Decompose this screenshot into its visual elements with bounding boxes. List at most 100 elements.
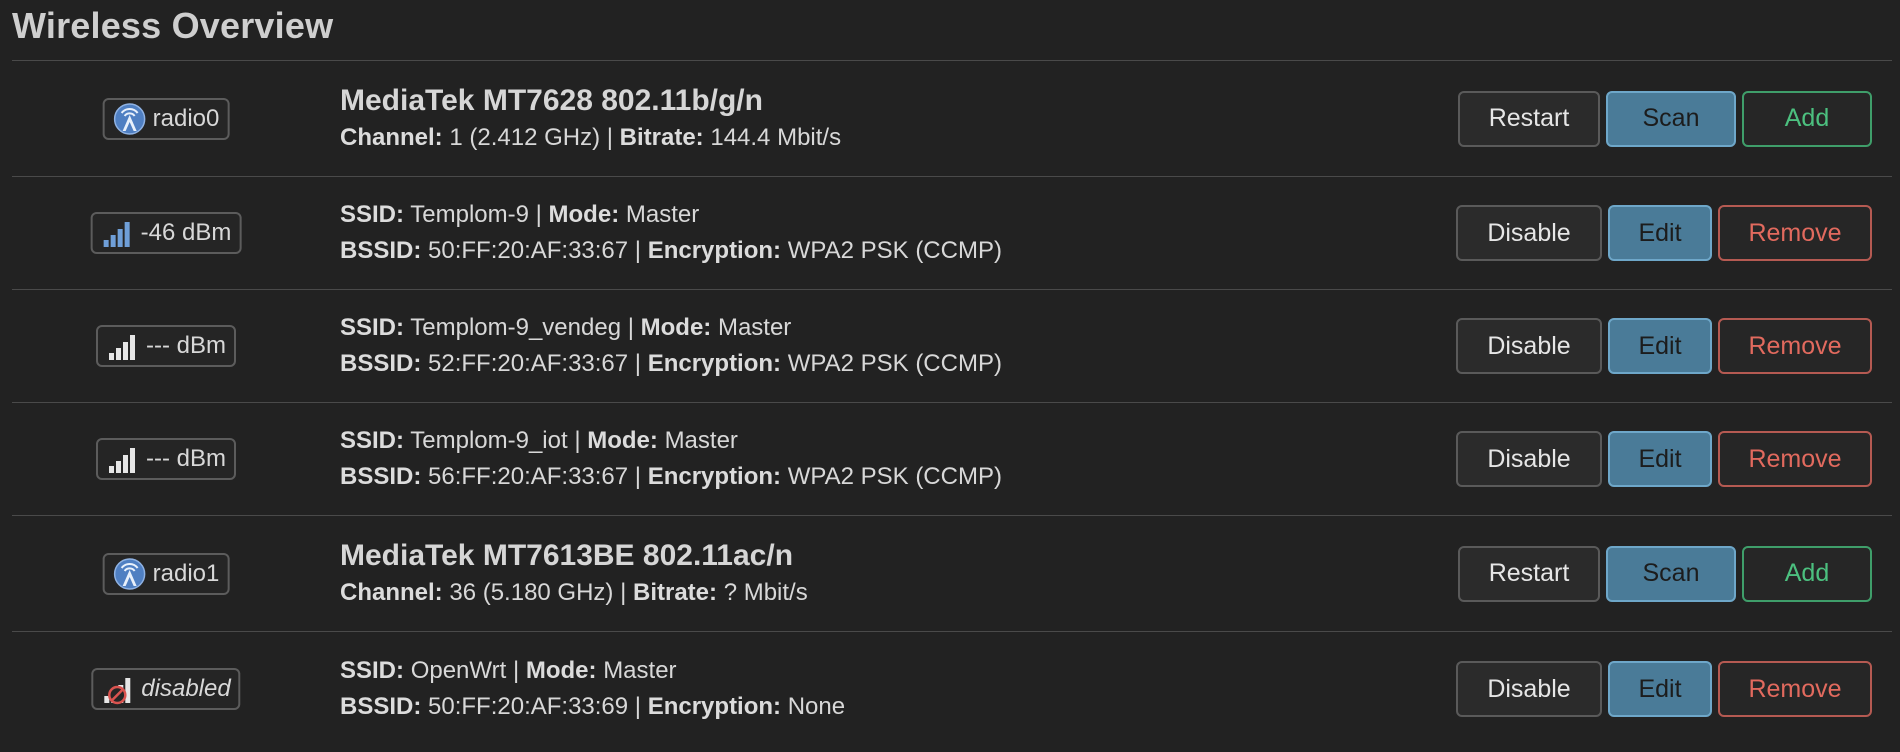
remove-button[interactable]: Remove	[1718, 205, 1872, 261]
ssid-value: OpenWrt	[410, 657, 507, 684]
network-actions: Disable Edit Remove	[1456, 205, 1872, 261]
remove-button[interactable]: Remove	[1718, 318, 1872, 374]
device-name: MediaTek MT7628 802.11b/g/n	[340, 83, 763, 117]
bssid-value: 50:FF:20:AF:33:69	[428, 693, 629, 720]
signal-badge-label: -46 dBm	[140, 219, 232, 246]
encryption-value: WPA2 PSK (CCMP)	[787, 237, 1002, 264]
channel-label: Channel:	[340, 578, 443, 606]
separator: |	[606, 123, 613, 151]
mode-label: Mode:	[525, 657, 597, 684]
restart-button[interactable]: Restart	[1458, 90, 1600, 147]
network-line-1: SSID: Templom-9_iot | Mode: Master	[340, 423, 1002, 459]
device-details: Channel: 36 (5.180 GHz) | Bitrate: ? Mbi…	[340, 575, 808, 611]
network-line-1: SSID: Templom-9_vendeg | Mode: Master	[340, 310, 1002, 346]
channel-value: 36 (5.180 GHz)	[449, 578, 614, 606]
separator: |	[620, 578, 627, 606]
mode-value: Master	[603, 657, 677, 684]
separator: |	[627, 314, 634, 341]
disable-button[interactable]: Disable	[1456, 318, 1602, 374]
ssid-value: Templom-9_vendeg	[410, 314, 622, 341]
encryption-value: None	[787, 693, 846, 720]
network-actions: Disable Edit Remove	[1456, 431, 1872, 487]
device-actions: Restart Scan Add	[1458, 90, 1872, 147]
scan-button[interactable]: Scan	[1606, 90, 1736, 147]
ssid-label: SSID:	[340, 427, 405, 454]
device-badge: radio0	[102, 97, 230, 140]
network-info: SSID: Templom-9_vendeg | Mode: Master BS…	[340, 310, 1002, 382]
channel-value: 1 (2.412 GHz)	[449, 123, 601, 151]
disable-button[interactable]: Disable	[1456, 431, 1602, 487]
device-row-radio1: radio1 MediaTek MT7613BE 802.11ac/n Chan…	[12, 516, 1892, 632]
device-badge-label: radio0	[152, 104, 220, 132]
encryption-label: Encryption:	[647, 350, 782, 377]
network-info: SSID: Templom-9 | Mode: Master BSSID: 50…	[340, 197, 1002, 269]
separator: |	[574, 427, 581, 454]
signal-badge-label: --- dBm	[146, 445, 226, 472]
ssid-value: Templom-9	[410, 201, 529, 228]
network-row-templom-9-iot: --- dBm SSID: Templom-9_iot | Mode: Mast…	[12, 403, 1892, 516]
bitrate-value: 144.4 Mbit/s	[710, 123, 842, 151]
network-line-1: SSID: Templom-9 | Mode: Master	[340, 197, 1002, 233]
separator: |	[512, 657, 520, 684]
encryption-label: Encryption:	[647, 693, 782, 720]
device-row-radio0: radio0 MediaTek MT7628 802.11b/g/n Chann…	[12, 61, 1892, 177]
signal-badge: -46 dBm	[90, 212, 242, 254]
page-title: Wireless Overview	[12, 5, 334, 46]
add-button[interactable]: Add	[1742, 545, 1872, 602]
wireless-overview-page: Wireless Overview radio0 MediaTek MT7628…	[0, 0, 1900, 752]
network-actions: Disable Edit Remove	[1456, 318, 1872, 374]
add-button[interactable]: Add	[1742, 90, 1872, 147]
edit-button[interactable]: Edit	[1608, 318, 1712, 374]
network-row-openwrt: disabled SSID: OpenWrt | Mode: Master BS…	[12, 632, 1892, 746]
network-info: SSID: OpenWrt | Mode: Master BSSID: 50:F…	[340, 653, 845, 725]
edit-button[interactable]: Edit	[1608, 205, 1712, 261]
scan-button[interactable]: Scan	[1606, 545, 1736, 602]
network-actions: Disable Edit Remove	[1456, 661, 1872, 717]
remove-button[interactable]: Remove	[1718, 431, 1872, 487]
ssid-label: SSID:	[340, 657, 405, 684]
device-badge-label: radio1	[152, 559, 220, 587]
network-line-1: SSID: OpenWrt | Mode: Master	[340, 653, 845, 689]
edit-button[interactable]: Edit	[1608, 431, 1712, 487]
bitrate-label: Bitrate:	[633, 578, 718, 606]
bssid-value: 56:FF:20:AF:33:67	[428, 463, 629, 490]
mode-value: Master	[717, 314, 792, 341]
device-name: MediaTek MT7613BE 802.11ac/n	[340, 538, 794, 572]
signal-badge: --- dBm	[96, 325, 236, 367]
network-line-2: BSSID: 50:FF:20:AF:33:69 | Encryption: N…	[340, 689, 845, 725]
restart-button[interactable]: Restart	[1458, 545, 1600, 602]
network-line-2: BSSID: 56:FF:20:AF:33:67 | Encryption: W…	[340, 459, 1002, 495]
remove-button[interactable]: Remove	[1718, 661, 1872, 717]
encryption-value: WPA2 PSK (CCMP)	[787, 350, 1002, 377]
signal-strength-icon	[101, 216, 135, 250]
bssid-label: BSSID:	[340, 693, 422, 720]
device-badge: radio1	[102, 552, 230, 595]
mode-value: Master	[664, 427, 738, 454]
ssid-label: SSID:	[340, 314, 405, 341]
radio-antenna-icon	[113, 557, 147, 591]
mode-label: Mode:	[548, 201, 620, 228]
mode-label: Mode:	[587, 427, 658, 454]
signal-disabled-icon	[101, 672, 135, 706]
separator: |	[634, 463, 642, 490]
disable-button[interactable]: Disable	[1456, 661, 1602, 717]
separator: |	[634, 350, 642, 377]
mode-label: Mode:	[640, 314, 712, 341]
device-details: Channel: 1 (2.412 GHz) | Bitrate: 144.4 …	[340, 120, 841, 156]
signal-badge-label: --- dBm	[146, 332, 226, 359]
separator: |	[535, 201, 542, 228]
network-row-templom-9-vendeg: --- dBm SSID: Templom-9_vendeg | Mode: M…	[12, 290, 1892, 403]
bssid-label: BSSID:	[340, 237, 422, 264]
bssid-value: 52:FF:20:AF:33:67	[428, 350, 629, 377]
signal-badge-label: disabled	[141, 675, 231, 702]
disable-button[interactable]: Disable	[1456, 205, 1602, 261]
device-actions: Restart Scan Add	[1458, 545, 1872, 602]
device-info: MediaTek MT7613BE 802.11ac/n Channel: 36…	[340, 537, 808, 611]
network-line-2: BSSID: 52:FF:20:AF:33:67 | Encryption: W…	[340, 346, 1002, 382]
encryption-label: Encryption:	[647, 463, 782, 490]
ssid-label: SSID:	[340, 201, 405, 228]
edit-button[interactable]: Edit	[1608, 661, 1712, 717]
bssid-value: 50:FF:20:AF:33:67	[428, 237, 629, 264]
bssid-label: BSSID:	[340, 350, 422, 377]
encryption-value: WPA2 PSK (CCMP)	[787, 463, 1002, 490]
